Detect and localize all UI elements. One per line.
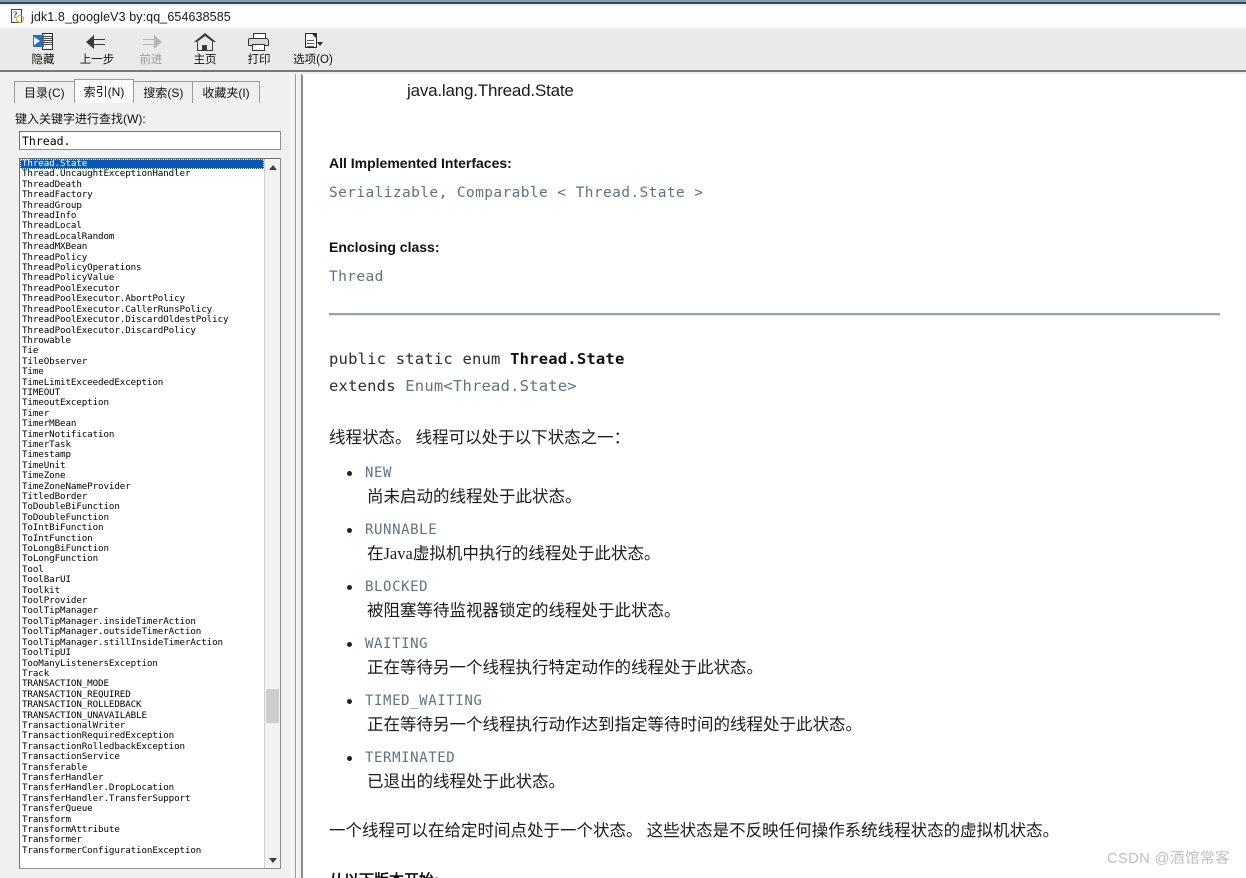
comma-separator: , bbox=[438, 185, 448, 201]
arrow-right-icon bbox=[134, 31, 168, 52]
pane-splitter[interactable] bbox=[291, 74, 301, 878]
hide-pane-button[interactable]: 隐藏 bbox=[16, 28, 70, 70]
tab-contents-label: 目录(C) bbox=[24, 86, 65, 100]
back-button[interactable]: 上一步 bbox=[70, 28, 124, 70]
implemented-interfaces-heading: All Implemented Interfaces: bbox=[329, 155, 512, 171]
back-label: 上一步 bbox=[79, 54, 115, 66]
index-list-item[interactable]: TransactionService bbox=[20, 751, 264, 762]
chevron-down-icon bbox=[268, 857, 277, 863]
thread-state-name[interactable]: RUNNABLE bbox=[365, 519, 1220, 541]
tab-search[interactable]: 搜索(S) bbox=[133, 81, 194, 103]
index-list-scrollbar[interactable] bbox=[264, 159, 280, 868]
declaration-extends: extends bbox=[329, 377, 406, 395]
hide-pane-label: 隐藏 bbox=[31, 54, 55, 66]
section-divider bbox=[329, 313, 1220, 316]
intro-paragraph: 线程状态。 线程可以处于以下状态之一： bbox=[329, 428, 631, 447]
thread-state-description: 尚未启动的线程处于此状态。 bbox=[367, 487, 582, 506]
declaration-supertype: Enum<Thread.State> bbox=[405, 377, 577, 395]
thread-state-item: WAITING 正在等待另一个线程执行特定动作的线程处于此状态。 bbox=[347, 633, 1220, 680]
link-serializable[interactable]: Serializable bbox=[329, 185, 439, 201]
link-thread[interactable]: Thread bbox=[329, 269, 384, 285]
options-button[interactable]: 选项(O) bbox=[286, 28, 340, 70]
tab-favorites[interactable]: 收藏夹(I) bbox=[192, 81, 260, 103]
options-label: 选项(O) bbox=[293, 54, 333, 66]
thread-state-name[interactable]: WAITING bbox=[365, 633, 1220, 655]
help-viewer-window: ? jdk1.8_googleV3 by:qq_654638585 隐藏 上一步 bbox=[0, 0, 1246, 878]
thread-state-item: RUNNABLE 在Java虚拟机中执行的线程处于此状态。 bbox=[347, 519, 1220, 566]
index-list-item[interactable]: Throwable bbox=[20, 335, 264, 346]
tab-search-label: 搜索(S) bbox=[143, 86, 184, 100]
thread-state-item: TIMED_WAITING 正在等待另一个线程执行动作达到指定等待时间的线程处于此… bbox=[347, 690, 1220, 737]
declaration-class-name: Thread.State bbox=[510, 350, 625, 368]
window-titlebar: ? jdk1.8_googleV3 by:qq_654638585 bbox=[0, 6, 1246, 28]
navigation-tabs: 目录(C) 索引(N) 搜索(S) 收藏夹(I) bbox=[14, 79, 260, 103]
enclosing-class-value: Thread bbox=[329, 269, 1220, 285]
angle-open: < bbox=[557, 185, 567, 201]
thread-state-name[interactable]: BLOCKED bbox=[365, 576, 1220, 598]
implemented-interfaces-list: Serializable, Comparable < Thread.State … bbox=[329, 185, 1220, 201]
arrow-left-icon bbox=[80, 31, 114, 52]
window-title: jdk1.8_googleV3 by:qq_654638585 bbox=[31, 10, 231, 24]
thread-state-name[interactable]: TIMED_WAITING bbox=[365, 690, 1220, 712]
scroll-down-button[interactable] bbox=[265, 852, 280, 868]
declaration-modifiers: public static enum bbox=[329, 350, 511, 368]
thread-state-list: NEW 尚未启动的线程处于此状态。 RUNNABLE 在Java虚拟机中执行的线程处于… bbox=[329, 462, 1220, 794]
index-list-item[interactable]: TooManyListenersException bbox=[20, 658, 264, 669]
scroll-up-button[interactable] bbox=[265, 159, 280, 175]
index-listbox[interactable]: Thread.State Thread.UncaughtExceptionHand… bbox=[19, 158, 281, 869]
scrollbar-thumb[interactable] bbox=[266, 689, 279, 723]
index-list-item[interactable]: TransformerConfigurationException bbox=[20, 845, 264, 856]
index-list[interactable]: Thread.State Thread.UncaughtExceptionHand… bbox=[20, 159, 264, 868]
thread-state-description: 已退出的线程处于此状态。 bbox=[367, 772, 565, 791]
index-list-item[interactable]: TimerMBean bbox=[20, 418, 264, 429]
forward-button[interactable]: 前进 bbox=[124, 28, 178, 70]
thread-state-name[interactable]: NEW bbox=[365, 462, 1220, 484]
thread-state-name[interactable]: TERMINATED bbox=[365, 747, 1220, 769]
page-title: java.lang.Thread.State bbox=[407, 81, 574, 100]
index-list-item[interactable]: TileObserver bbox=[20, 356, 264, 367]
link-comparable[interactable]: Comparable bbox=[457, 185, 548, 201]
class-declaration: public static enum Thread.State extends … bbox=[329, 346, 1220, 400]
tab-index-label: 索引(N) bbox=[83, 85, 125, 99]
closing-paragraph: 一个线程可以在给定时间点处于一个状态。 这些状态是不反映任何操作系统线程状态的虚… bbox=[329, 821, 1060, 840]
window-titlebar-strip bbox=[0, 0, 1246, 4]
index-list-item[interactable]: ThreadPoolExecutor.DiscardOldestPolicy bbox=[20, 314, 264, 325]
index-list-item[interactable]: TRANSACTION_ROLLEDBACK bbox=[20, 699, 264, 710]
tab-index[interactable]: 索引(N) bbox=[73, 79, 135, 103]
thread-state-item: TERMINATED 已退出的线程处于此状态。 bbox=[347, 747, 1220, 794]
since-heading: 从以下版本开始: bbox=[329, 869, 1220, 878]
thread-state-description: 在Java虚拟机中执行的线程处于此状态。 bbox=[367, 544, 661, 563]
enclosing-class-heading: Enclosing class: bbox=[329, 239, 440, 255]
hide-pane-icon bbox=[26, 31, 60, 52]
options-icon bbox=[296, 31, 330, 52]
angle-close: > bbox=[694, 185, 704, 201]
home-button[interactable]: 主页 bbox=[178, 28, 232, 70]
main-toolbar: 隐藏 上一步 前进 主页 打印 选项(O) bbox=[0, 28, 1246, 72]
home-label: 主页 bbox=[193, 54, 217, 66]
help-document-icon: ? bbox=[9, 9, 25, 25]
index-list-item[interactable]: ToLongFunction bbox=[20, 553, 264, 564]
thread-state-item: NEW 尚未启动的线程处于此状态。 bbox=[347, 462, 1220, 509]
home-icon bbox=[188, 31, 222, 52]
print-label: 打印 bbox=[247, 54, 271, 66]
tab-favorites-label: 收藏夹(I) bbox=[202, 86, 250, 100]
keyword-label: 键入关键字进行查找(W): bbox=[15, 112, 146, 126]
csdn-watermark: CSDN @酒馆常客 bbox=[1107, 851, 1230, 867]
link-thread-state[interactable]: Thread.State bbox=[576, 185, 686, 201]
print-button[interactable]: 打印 bbox=[232, 28, 286, 70]
chevron-up-icon bbox=[268, 164, 277, 170]
thread-state-description: 被阻塞等待监视器锁定的线程处于此状态。 bbox=[367, 601, 681, 620]
thread-state-description: 正在等待另一个线程执行特定动作的线程处于此状态。 bbox=[367, 658, 763, 677]
navigation-pane: 目录(C) 索引(N) 搜索(S) 收藏夹(I) 键入关键字进行查找(W): T… bbox=[0, 74, 291, 878]
index-list-item[interactable]: TimeoutException bbox=[20, 397, 264, 408]
keyword-input[interactable] bbox=[19, 131, 281, 150]
forward-label: 前进 bbox=[139, 54, 163, 66]
thread-state-description: 正在等待另一个线程执行动作达到指定等待时间的线程处于此状态。 bbox=[367, 715, 862, 734]
tab-contents[interactable]: 目录(C) bbox=[14, 81, 75, 103]
index-list-item[interactable]: Time bbox=[20, 366, 264, 377]
content-pane: java.lang.Thread.State All Implemented I… bbox=[301, 74, 1246, 878]
printer-icon bbox=[242, 31, 276, 52]
thread-state-item: BLOCKED 被阻塞等待监视器锁定的线程处于此状态。 bbox=[347, 576, 1220, 623]
index-list-item[interactable]: ToolTipUI bbox=[20, 647, 264, 658]
